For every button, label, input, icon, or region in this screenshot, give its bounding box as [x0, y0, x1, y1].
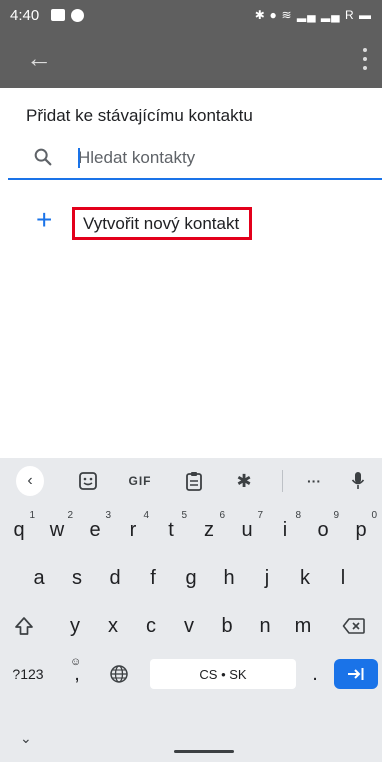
status-icons: ✱ ⦁ ≋ ▂▄ ▂▄ R ▬ [254, 7, 372, 22]
language-globe-icon[interactable] [100, 654, 138, 694]
navigation-bar: ⌄ [0, 724, 382, 762]
key-m[interactable]: m [284, 606, 322, 646]
key-j[interactable]: j [248, 558, 286, 598]
key-d[interactable]: d [96, 558, 134, 598]
settings-gear-icon[interactable]: ✱ [230, 466, 258, 496]
key-t[interactable]: t5 [152, 510, 190, 550]
search-bar [8, 140, 382, 180]
key-r[interactable]: r4 [114, 510, 152, 550]
key-l[interactable]: l [324, 558, 362, 598]
key-f[interactable]: f [134, 558, 172, 598]
text-cursor [78, 148, 80, 168]
clipboard-icon[interactable] [180, 466, 208, 496]
key-i[interactable]: i8 [266, 510, 304, 550]
plus-icon: + [36, 204, 53, 235]
key-k[interactable]: k [286, 558, 324, 598]
key-w[interactable]: w2 [38, 510, 76, 550]
back-arrow-icon[interactable]: ← [26, 44, 52, 72]
add-to-contact-sheet: Přidat ke stávajícímu kontaktu + Vytvoři… [8, 88, 382, 458]
enter-next-icon[interactable] [334, 659, 378, 689]
period-key[interactable]: . [300, 654, 330, 694]
key-s[interactable]: s [58, 558, 96, 598]
key-e[interactable]: e3 [76, 510, 114, 550]
space-bar[interactable]: CS • SK [150, 659, 296, 689]
key-y[interactable]: y [56, 606, 94, 646]
backspace-icon[interactable] [330, 606, 378, 646]
app-notification-icon [71, 8, 85, 22]
home-gesture-pill[interactable] [174, 750, 234, 753]
app-bar: ← [0, 30, 382, 88]
search-icon [34, 148, 52, 166]
key-c[interactable]: c [132, 606, 170, 646]
soft-keyboard: ‹ GIF ✱ ··· q1 w2 e3 r4 t5 z6 u7 i8 o9 p… [0, 458, 382, 762]
more-options-icon[interactable] [362, 48, 368, 70]
create-new-contact-row[interactable]: + Vytvořit nový kontakt [8, 198, 382, 244]
symbols-key[interactable]: ?123 [2, 654, 54, 694]
status-bar: 4:40 ✱ ⦁ ≋ ▂▄ ▂▄ R ▬ [0, 0, 382, 30]
key-u[interactable]: u7 [228, 510, 266, 550]
microphone-icon[interactable] [344, 466, 372, 496]
sticker-icon[interactable] [74, 466, 102, 496]
search-contacts-input[interactable] [78, 144, 358, 172]
key-v[interactable]: v [170, 606, 208, 646]
status-time: 4:40 [10, 6, 40, 24]
key-z[interactable]: z6 [190, 510, 228, 550]
key-o[interactable]: o9 [304, 510, 342, 550]
key-p[interactable]: p0 [342, 510, 380, 550]
key-b[interactable]: b [208, 606, 246, 646]
key-g[interactable]: g [172, 558, 210, 598]
dialog-title: Přidat ke stávajícímu kontaktu [26, 106, 253, 125]
gif-button[interactable]: GIF [122, 466, 158, 496]
toolbar-divider [282, 470, 283, 492]
hide-keyboard-chevron-icon[interactable]: ⌄ [20, 730, 32, 747]
create-new-contact-label[interactable]: Vytvořit nový kontakt [72, 207, 253, 240]
key-n[interactable]: n [246, 606, 284, 646]
collapse-toolbar-icon[interactable]: ‹ [16, 466, 44, 496]
gallery-notification-icon [51, 8, 66, 21]
comma-key[interactable]: , ☺ [60, 654, 94, 694]
keyboard-toolbar: ‹ GIF ✱ ··· [0, 458, 382, 504]
emoji-icon: ☺ [70, 656, 82, 668]
key-a[interactable]: a [20, 558, 58, 598]
key-q[interactable]: q1 [0, 510, 38, 550]
more-icon[interactable]: ··· [300, 466, 328, 496]
key-x[interactable]: x [94, 606, 132, 646]
shift-icon[interactable] [0, 606, 48, 646]
key-h[interactable]: h [210, 558, 248, 598]
